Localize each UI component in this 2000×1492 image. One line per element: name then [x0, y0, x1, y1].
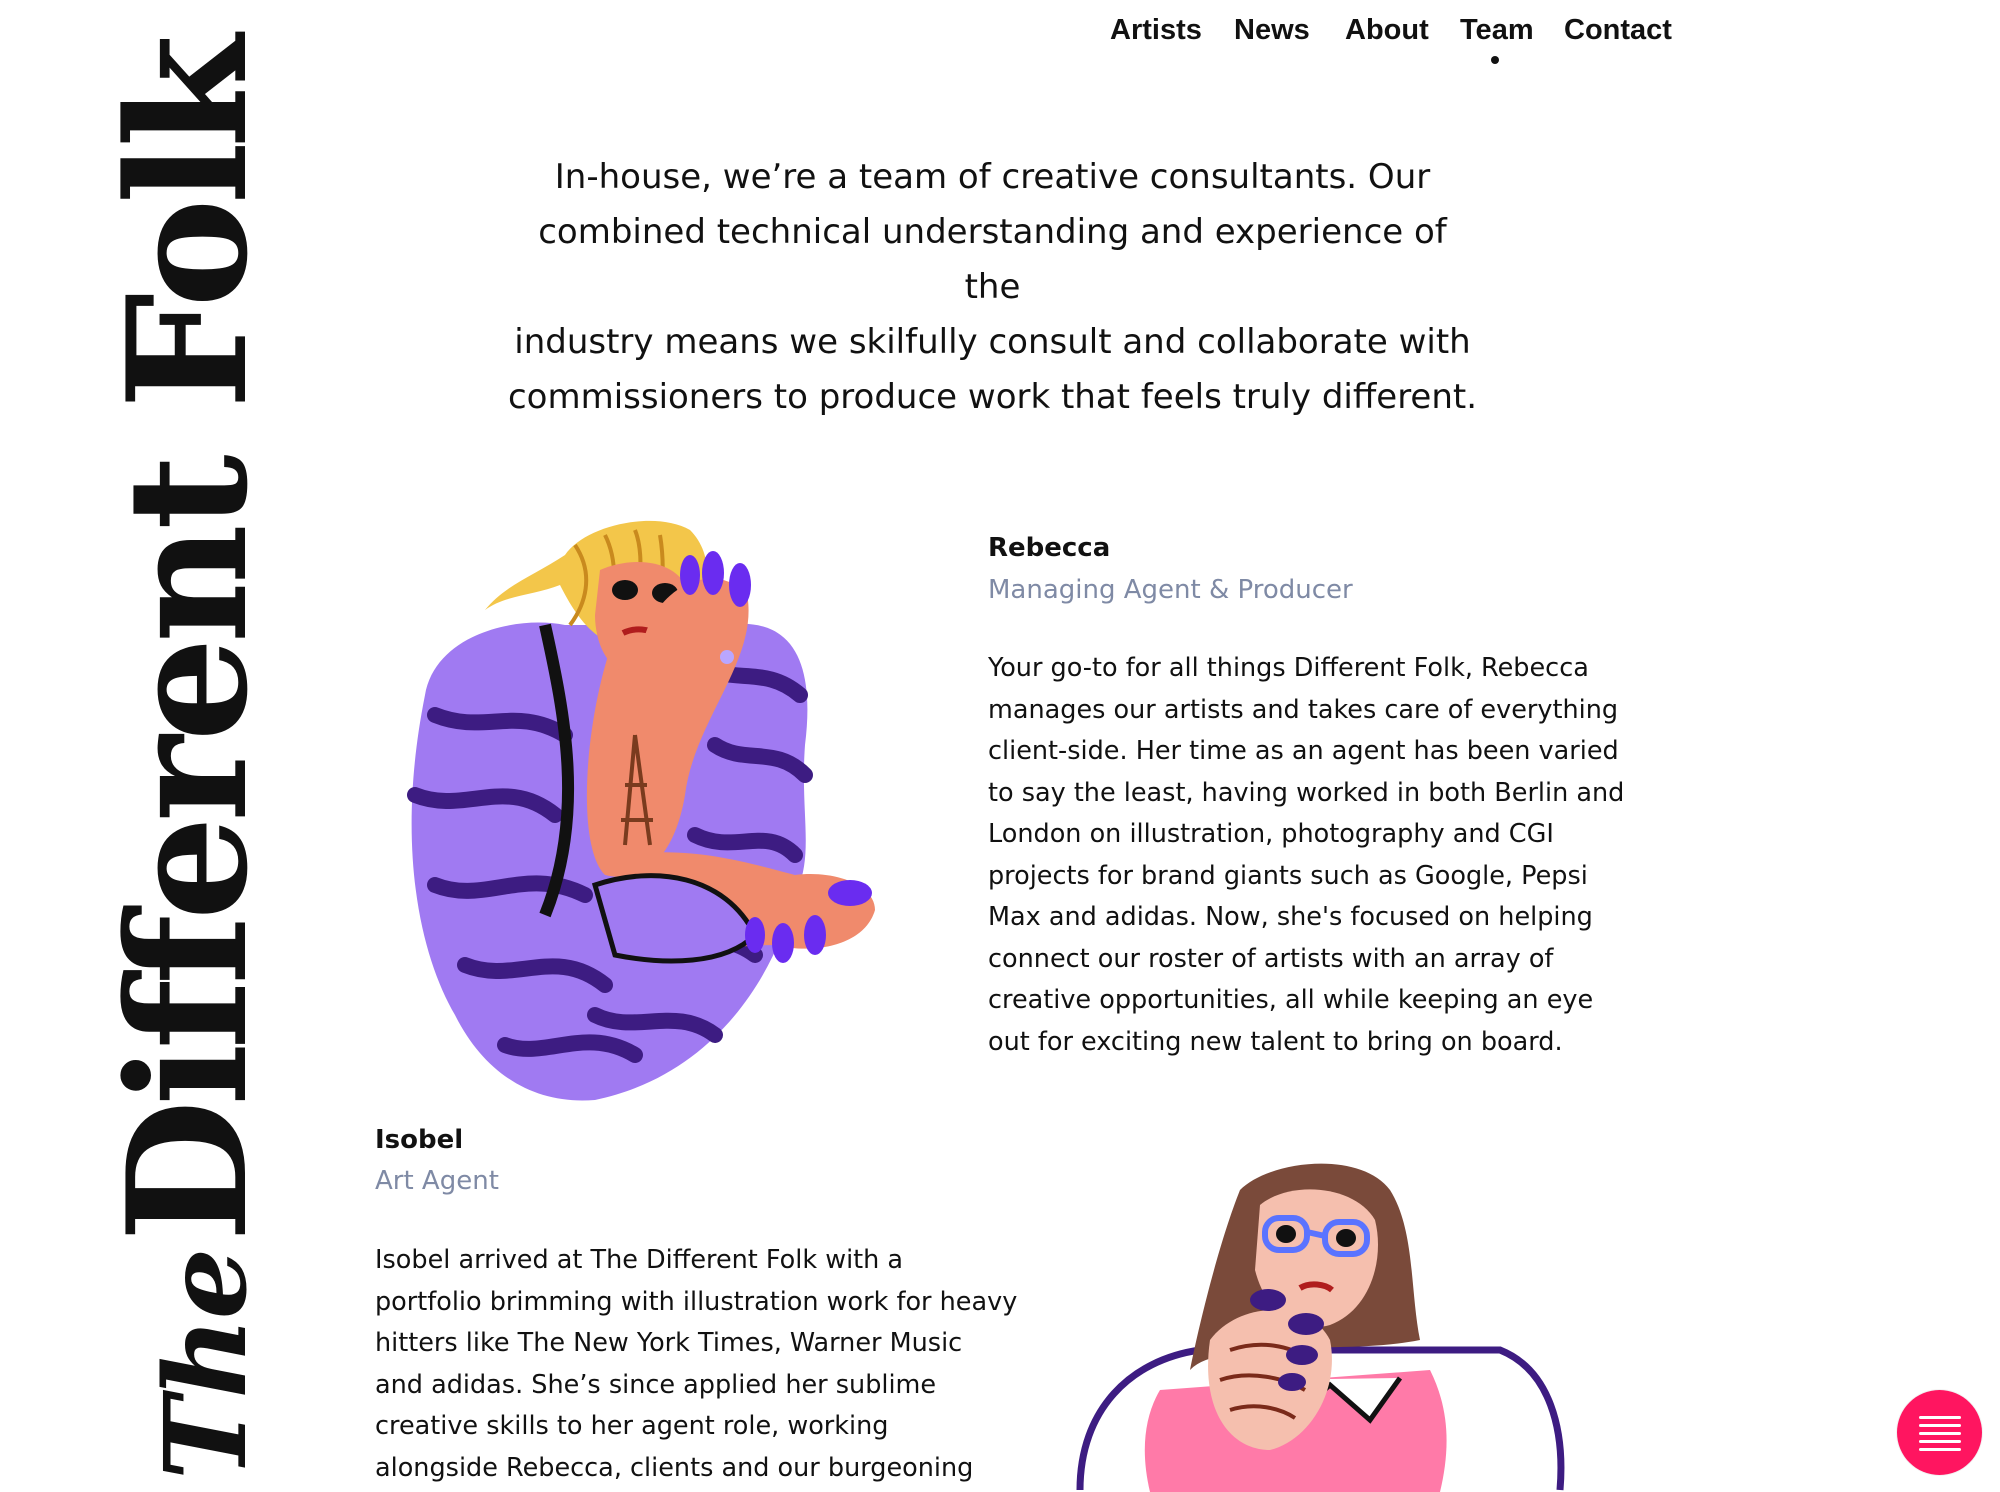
bio-line: creative opportunities, all while keepin… [988, 985, 1594, 1015]
member-bio-rebecca: Your go-to for all things Different Folk… [988, 648, 1688, 1063]
nav-contact[interactable]: Contact [1564, 14, 1672, 47]
rebecca-portrait-illustration [407, 520, 875, 1101]
intro-line: industry means we skilfully consult and … [514, 322, 1471, 362]
member-role-rebecca: Managing Agent & Producer [988, 575, 1353, 605]
intro-line: commissioners to produce work that feels… [507, 377, 1478, 417]
isobel-portrait-illustration [1076, 1163, 1565, 1492]
bio-line: Your go-to for all things Different Folk… [988, 653, 1589, 683]
member-name-rebecca: Rebecca [988, 533, 1111, 563]
bio-line: portfolio brimming with illustration wor… [375, 1286, 1018, 1317]
bio-line: to say the least, having worked in both … [988, 777, 1625, 808]
active-nav-indicator [1491, 56, 1499, 64]
intro-line: combined technical understanding and exp… [538, 212, 1447, 307]
bio-line: out for exciting new talent to bring on … [988, 1026, 1563, 1057]
bio-line: alongside Rebecca, clients and our burge… [375, 1452, 974, 1483]
bio-line: manages our artists and takes care of ev… [988, 694, 1619, 725]
intro-line: In-house, we’re a team of creative consu… [554, 157, 1431, 197]
logo-main-text: Different Folk [91, 40, 284, 1242]
bio-line: client-side. Her time as an agent has be… [988, 736, 1619, 766]
menu-button[interactable] [1897, 1390, 1982, 1475]
bio-line: hitters like The New York Times, Warner … [375, 1328, 963, 1358]
intro-text: In-house, we’re a team of creative consu… [505, 150, 1480, 425]
site-logo[interactable]: TheDifferent Folk [91, 40, 284, 1480]
main-nav: Artists News About Team Contact [1110, 14, 2000, 74]
logo-the-text: The [141, 1249, 272, 1480]
nav-about[interactable]: About [1345, 14, 1429, 47]
nav-news[interactable]: News [1234, 14, 1310, 47]
member-bio-isobel: Isobel arrived at The Different Folk wit… [375, 1240, 1055, 1489]
member-role-isobel: Art Agent [375, 1166, 499, 1196]
bio-line: London on illustration, photography and … [988, 819, 1554, 849]
bio-line: Isobel arrived at The Different Folk wit… [375, 1245, 904, 1275]
bio-line: creative skills to her agent role, worki… [375, 1411, 889, 1441]
bio-line: projects for brand giants such as Google… [988, 860, 1588, 891]
menu-icon [1919, 1412, 1961, 1454]
nav-team[interactable]: Team [1460, 14, 1534, 47]
bio-line: and adidas. She’s since applied her subl… [375, 1369, 937, 1400]
member-name-isobel: Isobel [375, 1125, 464, 1155]
nav-artists[interactable]: Artists [1110, 14, 1202, 47]
bio-line: Max and adidas. Now, she's focused on he… [988, 902, 1593, 932]
bio-line: connect our roster of artists with an ar… [988, 943, 1554, 974]
